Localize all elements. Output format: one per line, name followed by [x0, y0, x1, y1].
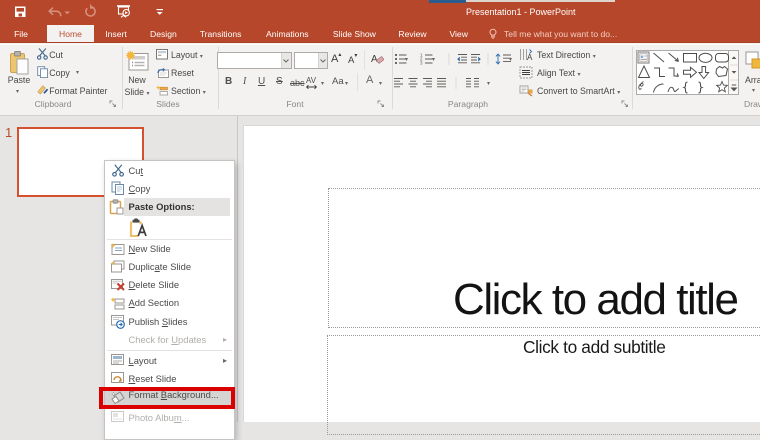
svg-text:3: 3 — [420, 61, 423, 65]
svg-text:A: A — [371, 54, 378, 65]
svg-text:A: A — [527, 53, 533, 61]
